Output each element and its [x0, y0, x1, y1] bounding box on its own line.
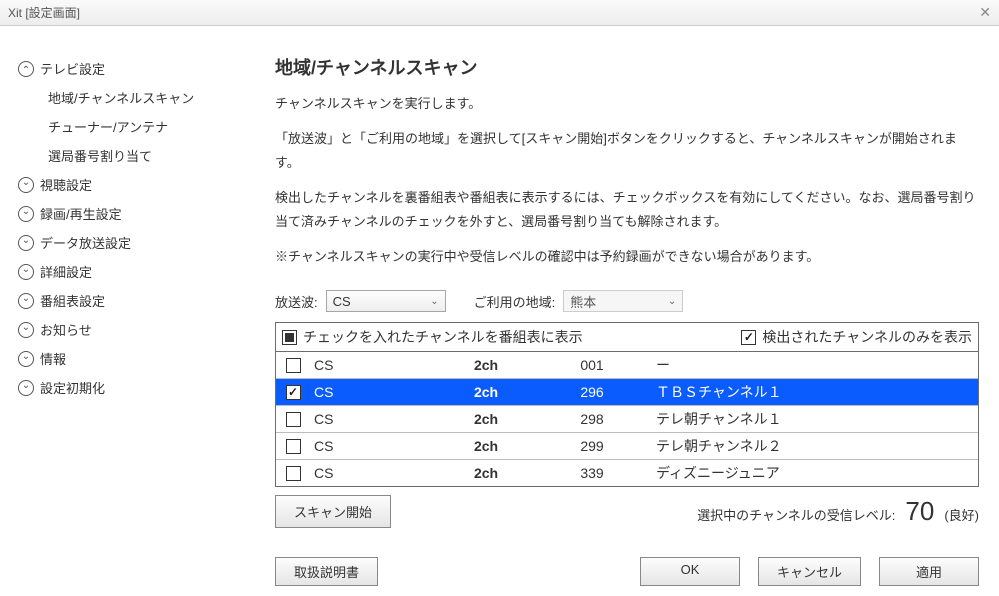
- row-name: ＴＢＳチャンネル１: [648, 382, 972, 402]
- row-ch: 2ch: [436, 438, 536, 454]
- sidebar-item-tuner-antenna[interactable]: チューナー/アンテナ: [18, 112, 239, 141]
- chevron-down-icon: [18, 293, 34, 309]
- apply-button[interactable]: 適用: [879, 557, 979, 586]
- table-row[interactable]: CS 2ch 298 テレ朝チャンネル１: [276, 406, 978, 433]
- row-ch: 2ch: [436, 465, 536, 481]
- chevron-down-icon: [18, 177, 34, 193]
- region-select[interactable]: 熊本 ⌄: [563, 290, 683, 312]
- row-checkbox[interactable]: [286, 412, 301, 427]
- chevron-down-icon: [18, 235, 34, 251]
- sidebar-item-label: 番組表設定: [40, 291, 105, 310]
- sidebar-item-label: 設定初期化: [40, 378, 105, 397]
- note-text: ※チャンネルスキャンの実行中や受信レベルの確認中は予約録画ができない場合がありま…: [275, 245, 979, 268]
- sidebar-item-label: 視聴設定: [40, 175, 92, 194]
- row-type: CS: [310, 465, 430, 481]
- row-num: 339: [542, 465, 642, 481]
- row-num: 296: [542, 384, 642, 400]
- signal-label: 選択中のチャンネルの受信レベル:: [697, 505, 895, 524]
- broadcast-value: CS: [333, 294, 351, 309]
- row-type: CS: [310, 357, 430, 373]
- sidebar-item-label: チューナー/アンテナ: [48, 117, 168, 136]
- chevron-up-icon: [18, 61, 34, 77]
- sidebar-item-label: お知らせ: [40, 320, 92, 339]
- chevron-down-icon: [18, 380, 34, 396]
- row-name: テレ朝チャンネル１: [648, 409, 972, 429]
- region-value: 熊本: [570, 292, 596, 311]
- title-bar: Xit [設定画面] ✕: [0, 0, 999, 26]
- close-icon[interactable]: ✕: [979, 4, 991, 21]
- sidebar-item-label: データ放送設定: [40, 233, 131, 252]
- signal-quality: (良好): [944, 505, 979, 524]
- scan-start-button[interactable]: スキャン開始: [275, 495, 391, 528]
- row-name: ディズニージュニア: [648, 463, 972, 483]
- broadcast-select[interactable]: CS ⌄: [326, 290, 446, 312]
- sidebar-item-tv-settings[interactable]: テレビ設定: [18, 54, 239, 83]
- table-header: チェックを入れたチャンネルを番組表に表示 検出されたチャンネルのみを表示: [276, 323, 978, 352]
- desc-text-2: 検出したチャンネルを裏番組表や番組表に表示するには、チェックボックスを有効にして…: [275, 186, 979, 233]
- row-name: ー: [648, 355, 972, 375]
- chevron-down-icon: ⌄: [668, 296, 676, 307]
- sidebar-item-channel-scan[interactable]: 地域/チャンネルスキャン: [18, 83, 239, 112]
- chevron-down-icon: [18, 264, 34, 280]
- row-num: 299: [542, 438, 642, 454]
- sidebar-item-notice[interactable]: お知らせ: [18, 315, 239, 344]
- cancel-button[interactable]: キャンセル: [758, 557, 861, 586]
- sidebar-item-advanced[interactable]: 詳細設定: [18, 257, 239, 286]
- chevron-down-icon: [18, 351, 34, 367]
- row-type: CS: [310, 438, 430, 454]
- sidebar-item-label: 詳細設定: [40, 262, 92, 281]
- header-checkbox-detected-only[interactable]: [741, 330, 756, 345]
- row-num: 001: [542, 357, 642, 373]
- row-checkbox[interactable]: [286, 385, 301, 400]
- row-checkbox[interactable]: [286, 358, 301, 373]
- window-title: Xit [設定画面]: [8, 4, 80, 21]
- row-num: 298: [542, 411, 642, 427]
- sidebar-item-channel-assign[interactable]: 選局番号割り当て: [18, 141, 239, 170]
- sidebar-item-viewing[interactable]: 視聴設定: [18, 170, 239, 199]
- chevron-down-icon: [18, 206, 34, 222]
- row-ch: 2ch: [436, 357, 536, 373]
- row-name: テレ朝チャンネル２: [648, 436, 972, 456]
- header-checkbox-all[interactable]: [282, 330, 297, 345]
- table-row[interactable]: CS 2ch 296 ＴＢＳチャンネル１: [276, 379, 978, 406]
- region-label: ご利用の地域:: [474, 292, 556, 311]
- sidebar-item-info[interactable]: 情報: [18, 344, 239, 373]
- row-ch: 2ch: [436, 384, 536, 400]
- table-row[interactable]: CS 2ch 001 ー: [276, 352, 978, 379]
- signal-value: 70: [905, 496, 934, 527]
- chevron-down-icon: [18, 322, 34, 338]
- content-pane: 地域/チャンネルスキャン チャンネルスキャンを実行します。 「放送波」と「ご利用…: [245, 26, 999, 596]
- page-title: 地域/チャンネルスキャン: [275, 54, 979, 80]
- chevron-down-icon: ⌄: [430, 296, 438, 307]
- sidebar: テレビ設定 地域/チャンネルスキャン チューナー/アンテナ 選局番号割り当て 視…: [0, 26, 245, 596]
- sidebar-item-reset[interactable]: 設定初期化: [18, 373, 239, 402]
- sidebar-item-label: 選局番号割り当て: [48, 146, 152, 165]
- sidebar-item-label: テレビ設定: [40, 59, 105, 78]
- sidebar-item-label: 情報: [40, 349, 66, 368]
- row-type: CS: [310, 384, 430, 400]
- table-row[interactable]: CS 2ch 299 テレ朝チャンネル２: [276, 433, 978, 460]
- sidebar-item-label: 録画/再生設定: [40, 204, 122, 223]
- table-body: CS 2ch 001 ー CS 2ch 296 ＴＢＳチャンネル１ CS 2ch 298 テレ朝チャン…: [276, 352, 978, 486]
- row-checkbox[interactable]: [286, 439, 301, 454]
- sidebar-item-data-broadcast[interactable]: データ放送設定: [18, 228, 239, 257]
- sidebar-item-recording[interactable]: 録画/再生設定: [18, 199, 239, 228]
- row-type: CS: [310, 411, 430, 427]
- row-checkbox[interactable]: [286, 466, 301, 481]
- header-label-detected-only: 検出されたチャンネルのみを表示: [762, 327, 972, 347]
- channel-table: チェックを入れたチャンネルを番組表に表示 検出されたチャンネルのみを表示 CS 2…: [275, 322, 979, 487]
- header-label-show-in-epg: チェックを入れたチャンネルを番組表に表示: [303, 327, 583, 347]
- sidebar-item-epg[interactable]: 番組表設定: [18, 286, 239, 315]
- broadcast-label: 放送波:: [275, 292, 318, 311]
- manual-button[interactable]: 取扱説明書: [275, 557, 378, 586]
- desc-text-1: 「放送波」と「ご利用の地域」を選択して[スキャン開始]ボタンをクリックすると、チ…: [275, 127, 979, 174]
- intro-text: チャンネルスキャンを実行します。: [275, 92, 979, 115]
- sidebar-item-label: 地域/チャンネルスキャン: [48, 88, 194, 107]
- table-row[interactable]: CS 2ch 339 ディズニージュニア: [276, 460, 978, 486]
- row-ch: 2ch: [436, 411, 536, 427]
- ok-button[interactable]: OK: [640, 557, 740, 586]
